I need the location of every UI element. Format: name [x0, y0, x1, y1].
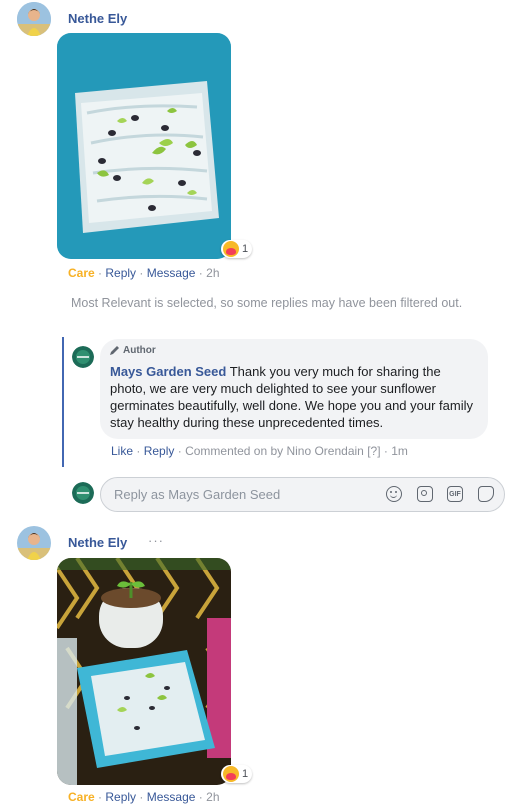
comment-actions: Care · Reply · Message · 2h: [68, 790, 220, 804]
reaction-count[interactable]: 1: [221, 240, 253, 258]
avatar-image: [17, 526, 51, 560]
filter-notice: Most Relevant is selected, so some repli…: [71, 296, 463, 310]
author-badge: Author: [109, 345, 156, 356]
page-logo-image: [72, 346, 94, 368]
reply-actions: Like · Reply · Commented on by Nino Oren…: [111, 444, 408, 458]
reply-timestamp[interactable]: 1m: [391, 444, 408, 458]
reply-composer[interactable]: Reply as Mays Garden Seed GIF: [100, 477, 505, 512]
seedling-container-photo: [57, 558, 231, 785]
avatar[interactable]: [72, 482, 94, 504]
thread-line: [62, 337, 64, 467]
care-button[interactable]: Care: [68, 790, 95, 804]
gif-label: GIF: [449, 490, 461, 498]
comment-author-name[interactable]: Nethe Ely: [68, 535, 127, 550]
reaction-count-value: 1: [242, 768, 249, 780]
emoji-mouth: [390, 494, 397, 498]
reply-text-block: Mays Garden Seed Thank you very much for…: [110, 363, 480, 431]
separator-dot: ·: [136, 444, 144, 458]
emoji-eye: [390, 491, 392, 493]
more-options-icon[interactable]: ···: [148, 533, 164, 548]
separator-dot: ·: [139, 266, 147, 280]
help-mark[interactable]: [?]: [367, 444, 380, 458]
commented-on-by[interactable]: Commented on by Nino Orendain: [185, 444, 364, 458]
care-reaction-icon: [223, 241, 239, 257]
camera-lens: [421, 490, 427, 496]
reply-input[interactable]: Reply as Mays Garden Seed: [114, 487, 280, 502]
seedling-tray-photo: [57, 33, 231, 259]
like-button[interactable]: Like: [111, 444, 133, 458]
message-button[interactable]: Message: [147, 790, 196, 804]
comment-author-name[interactable]: Nethe Ely: [68, 11, 127, 26]
emoji-icon[interactable]: [386, 486, 402, 502]
page-logo-image: [72, 482, 94, 504]
reply-author-name[interactable]: Mays Garden Seed: [110, 364, 226, 379]
comment-timestamp[interactable]: 2h: [206, 790, 219, 804]
emoji-eye: [395, 491, 397, 493]
comment-timestamp[interactable]: 2h: [206, 266, 219, 280]
avatar[interactable]: [17, 2, 51, 36]
avatar-image: [17, 2, 51, 36]
message-button[interactable]: Message: [147, 266, 196, 280]
reply-bubble: Author Mays Garden Seed Thank you very m…: [100, 339, 488, 439]
reply-button[interactable]: Reply: [105, 790, 136, 804]
comment-actions: Care · Reply · Message · 2h: [68, 266, 220, 280]
reply-button[interactable]: Reply: [144, 444, 175, 458]
avatar[interactable]: [72, 346, 94, 368]
author-badge-label: Author: [123, 345, 156, 356]
comment-photo[interactable]: [57, 33, 231, 259]
comment-photo[interactable]: [57, 558, 231, 785]
pencil-icon: [110, 346, 119, 355]
camera-icon[interactable]: [417, 486, 433, 502]
reaction-count[interactable]: 1: [221, 765, 253, 783]
reaction-count-value: 1: [242, 243, 249, 255]
gif-icon[interactable]: GIF: [447, 486, 463, 502]
care-reaction-icon: [223, 766, 239, 782]
sticker-icon[interactable]: [478, 486, 494, 502]
separator-dot: ·: [139, 790, 147, 804]
avatar[interactable]: [17, 526, 51, 560]
reply-button[interactable]: Reply: [105, 266, 136, 280]
care-button[interactable]: Care: [68, 266, 95, 280]
separator-dot: ·: [177, 444, 186, 458]
